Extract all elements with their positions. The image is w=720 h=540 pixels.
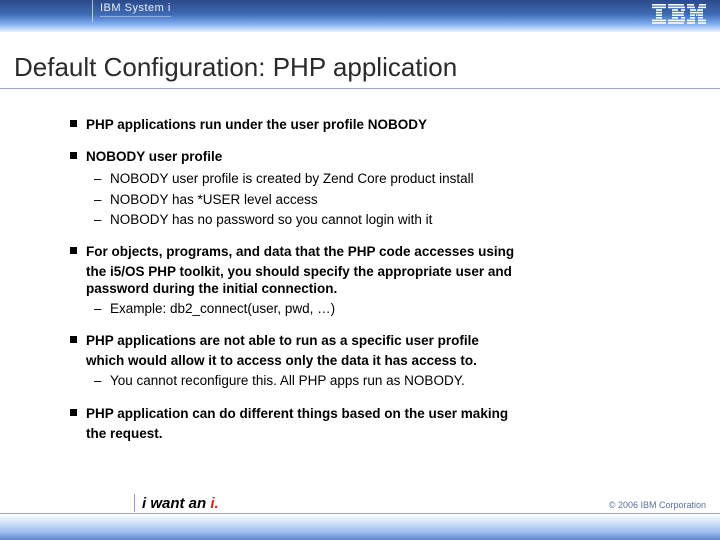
content-area: PHP applications run under the user prof…	[70, 102, 670, 443]
tagline-pre: i want an	[142, 495, 210, 512]
bullet: NOBODY user profile	[70, 148, 670, 166]
tagline-accent: i.	[210, 495, 218, 512]
product-name: IBM System i	[100, 2, 171, 17]
tagline-divider	[134, 494, 135, 512]
tagline: i want an i.	[142, 495, 219, 512]
sub-bullet: NOBODY user profile is created by Zend C…	[70, 170, 670, 188]
bullet: password during the initial connection.	[70, 280, 670, 298]
copyright: © 2006 IBM Corporation	[609, 500, 706, 510]
sub-bullet: NOBODY has no password so you cannot log…	[70, 211, 670, 229]
title-underline	[0, 88, 720, 89]
bullet: PHP applications run under the user prof…	[70, 116, 670, 134]
bullet: For objects, programs, and data that the…	[70, 243, 670, 261]
header-bar: IBM System i	[0, 0, 720, 32]
bullet: which would allow it to access only the …	[70, 352, 670, 370]
sub-bullet: Example: db2_connect(user, pwd, …)	[70, 300, 670, 318]
bullet: PHP applications are not able to run as …	[70, 332, 670, 350]
header-divider	[92, 0, 93, 22]
sub-bullet: NOBODY has *USER level access	[70, 191, 670, 209]
slide: IBM System i	[0, 0, 720, 540]
slide-title: Default Configuration: PHP application	[14, 52, 457, 83]
bullet: the request.	[70, 425, 670, 443]
sub-bullet: You cannot reconfigure this. All PHP app…	[70, 372, 670, 390]
ibm-logo-icon	[652, 4, 706, 24]
footer-bar	[0, 514, 720, 540]
bullet: PHP application can do different things …	[70, 405, 670, 423]
